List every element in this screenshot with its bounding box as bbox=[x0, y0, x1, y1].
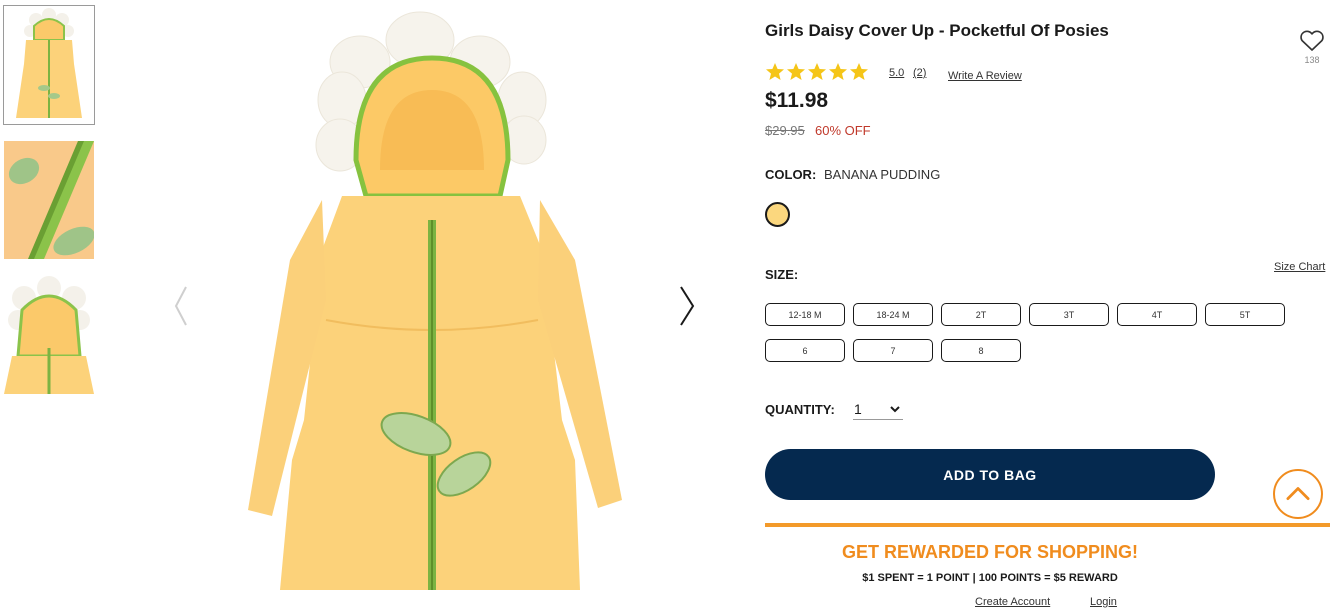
write-review-link[interactable]: Write A Review bbox=[948, 70, 1022, 82]
size-option-2t[interactable]: 2T bbox=[941, 303, 1021, 326]
color-label: COLOR: bbox=[765, 167, 817, 182]
thumbnail-leaf-detail[interactable] bbox=[4, 141, 94, 259]
discount-label: 60% OFF bbox=[815, 123, 871, 138]
size-option-8[interactable]: 8 bbox=[941, 339, 1021, 362]
rewards-subtitle: $1 SPENT = 1 POINT | 100 POINTS = $5 REW… bbox=[862, 572, 1118, 584]
rewards-title: GET REWARDED FOR SHOPPING! bbox=[841, 542, 1138, 562]
thumbnail-leaf-image bbox=[4, 141, 94, 259]
thumbnail-list bbox=[3, 5, 96, 411]
product-title: Girls Daisy Cover Up - Pocketful Of Posi… bbox=[765, 21, 1109, 40]
size-option-6[interactable]: 6 bbox=[765, 339, 845, 362]
rewards-divider bbox=[765, 523, 1330, 527]
rating-count-link[interactable]: (2) bbox=[913, 67, 926, 79]
login-link[interactable]: Login bbox=[1090, 596, 1117, 608]
prev-image-button[interactable] bbox=[172, 283, 192, 329]
size-label: SIZE: bbox=[765, 267, 799, 282]
size-chart-link[interactable]: Size Chart bbox=[1274, 261, 1325, 273]
size-option-18-24m[interactable]: 18-24 M bbox=[853, 303, 933, 326]
color-value: BANANA PUDDING bbox=[824, 167, 941, 182]
size-option-7[interactable]: 7 bbox=[853, 339, 933, 362]
chevron-down-icon bbox=[890, 406, 900, 413]
chevron-up-icon bbox=[1286, 487, 1310, 500]
star-icon bbox=[850, 63, 868, 80]
star-icon bbox=[829, 63, 847, 80]
color-swatch-banana-pudding[interactable] bbox=[765, 202, 790, 227]
thumbnail-hood-image bbox=[4, 276, 94, 394]
back-to-top-button[interactable] bbox=[1273, 469, 1323, 519]
product-info-panel: Girls Daisy Cover Up - Pocketful Of Posi… bbox=[765, 0, 1333, 609]
star-icon bbox=[808, 63, 826, 80]
sale-price: $11.98 bbox=[765, 89, 829, 112]
star-icon bbox=[787, 63, 805, 80]
size-option-5t[interactable]: 5T bbox=[1205, 303, 1285, 326]
size-option-3t[interactable]: 3T bbox=[1029, 303, 1109, 326]
size-option-4t[interactable]: 4T bbox=[1117, 303, 1197, 326]
rating-stars bbox=[765, 62, 869, 82]
heart-icon bbox=[1300, 30, 1324, 51]
product-photo bbox=[230, 0, 650, 609]
size-option-12-18m[interactable]: 12-18 M bbox=[765, 303, 845, 326]
chevron-right-icon bbox=[680, 286, 695, 326]
quantity-value: 1 bbox=[854, 401, 862, 417]
thumbnail-front[interactable] bbox=[3, 5, 95, 125]
wishlist-button[interactable]: 138 bbox=[1297, 30, 1327, 65]
thumbnail-front-image bbox=[4, 6, 94, 124]
add-to-bag-button[interactable]: ADD TO BAG bbox=[765, 449, 1215, 500]
wishlist-count: 138 bbox=[1304, 55, 1320, 65]
chevron-left-icon bbox=[174, 286, 187, 326]
thumbnail-hood-detail[interactable] bbox=[4, 276, 94, 394]
main-product-image bbox=[230, 0, 650, 609]
next-image-button[interactable] bbox=[677, 283, 697, 329]
star-icon bbox=[766, 63, 784, 80]
quantity-label: QUANTITY: bbox=[765, 402, 835, 417]
quantity-select[interactable]: 1 bbox=[853, 398, 903, 420]
rating-value-link[interactable]: 5.0 bbox=[889, 67, 904, 79]
original-price: $29.95 bbox=[765, 123, 805, 138]
create-account-link[interactable]: Create Account bbox=[975, 596, 1050, 608]
